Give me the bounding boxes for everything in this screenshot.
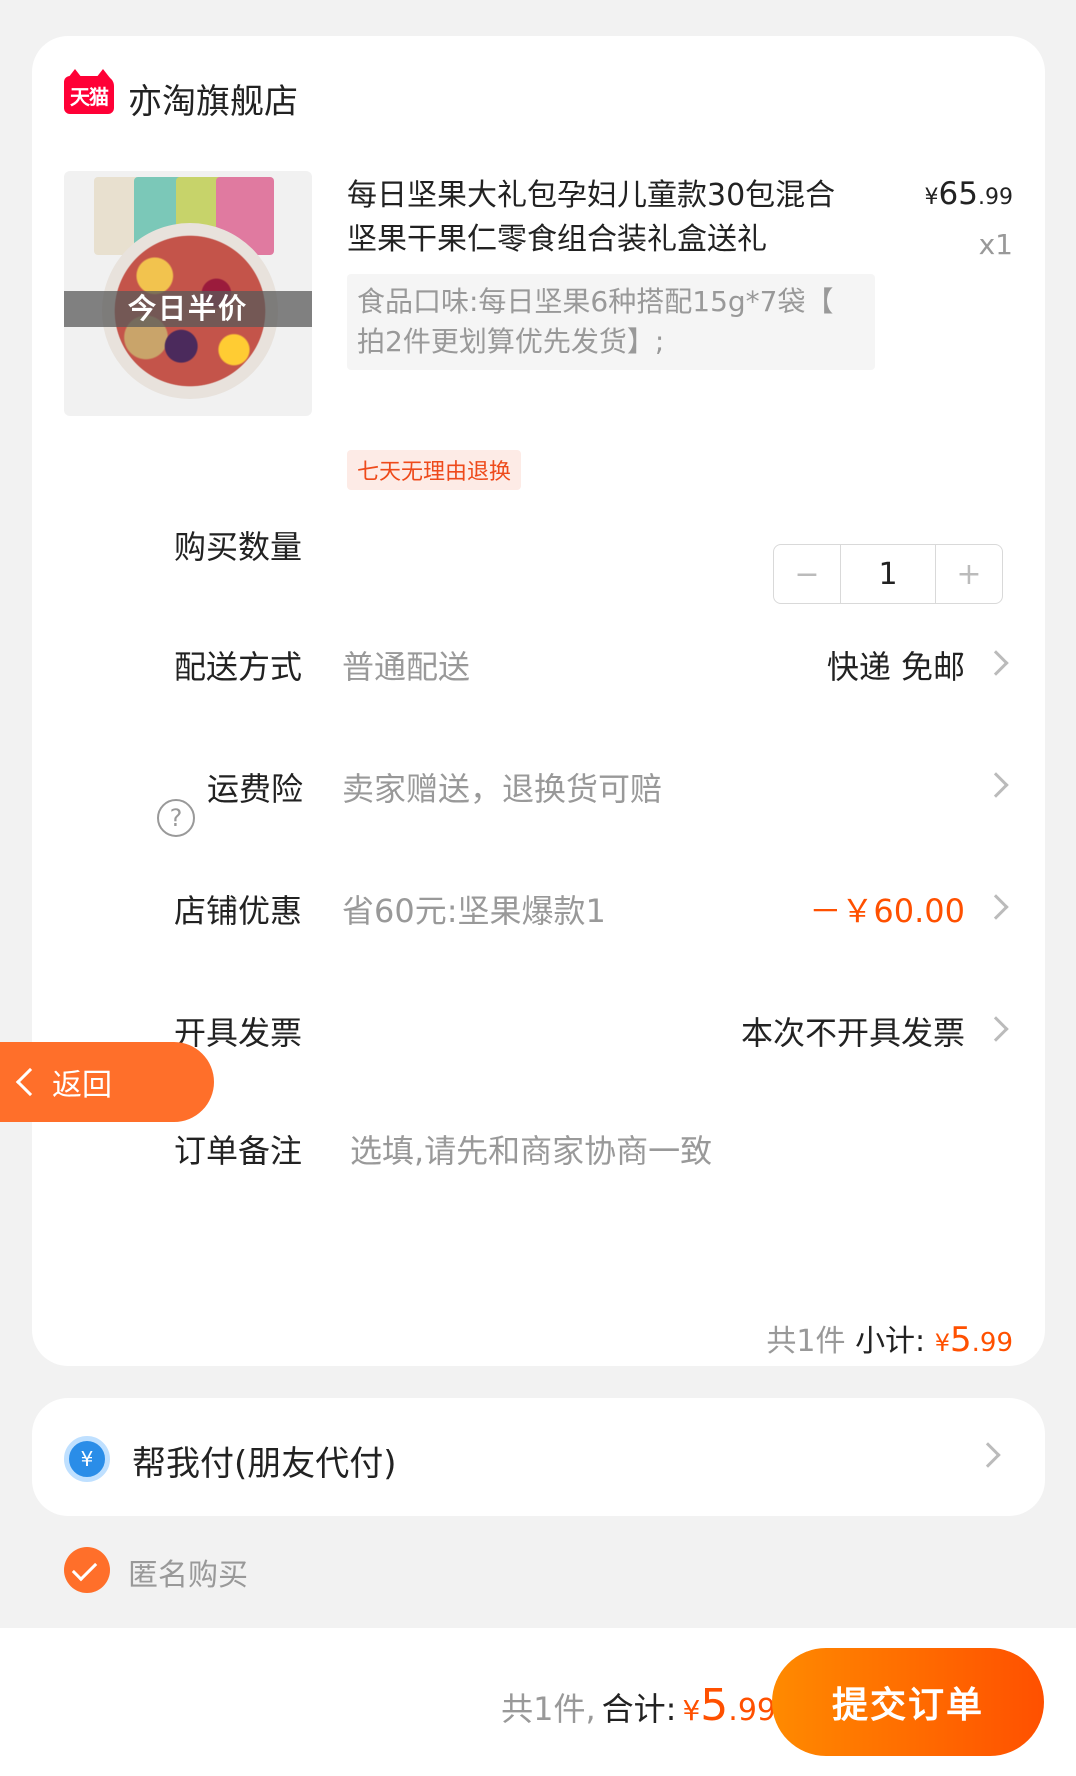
quantity-label: 购买数量 — [174, 528, 303, 566]
chevron-right-icon — [975, 1442, 1001, 1468]
invoice-value: 本次不开具发票 — [740, 1014, 965, 1052]
subtotal-count: 共1件 — [766, 1324, 846, 1359]
subtotal-integer: 5 — [950, 1320, 972, 1360]
delivery-value: 快递 免邮 — [826, 648, 965, 686]
total-label: 合计: — [601, 1690, 677, 1728]
insurance-description: 卖家赠送，退换货可赔 — [342, 770, 663, 808]
back-label: 返回 — [52, 1068, 112, 1103]
shop-name[interactable]: 亦淘旗舰店 — [128, 74, 298, 123]
yuan-coin-icon: ¥ — [64, 1436, 110, 1482]
delivery-method: 普通配送 — [342, 648, 471, 686]
order-total: 共1件, 合计: ¥ 5 .99 — [501, 1680, 776, 1731]
product-title[interactable]: 每日坚果大礼包孕妇儿童款30包混合坚果干果仁零食组合装礼盒送礼 — [347, 174, 857, 262]
discount-description: 省60元:坚果爆款1 — [342, 892, 606, 930]
return-policy-tag: 七天无理由退换 — [347, 450, 522, 490]
price-integer: 65 — [938, 176, 978, 212]
back-button[interactable]: 返回 — [0, 1042, 214, 1122]
question-mark-icon[interactable]: ? — [157, 799, 195, 837]
chevron-left-icon — [15, 1067, 45, 1097]
quantity-minus-button[interactable]: − — [774, 545, 840, 603]
anonymous-checkbox[interactable] — [64, 1547, 110, 1593]
price-symbol: ¥ — [924, 185, 939, 210]
quantity-value[interactable]: 1 — [840, 545, 936, 603]
subtotal-label: 小计: — [855, 1324, 926, 1359]
chevron-right-icon — [983, 650, 1009, 676]
chevron-right-icon — [983, 772, 1009, 798]
subtotal-decimal: .99 — [971, 1328, 1013, 1358]
order-card: 天猫 亦淘旗舰店 今日半价 每日坚果大礼包孕妇儿童款30包混合坚果干果仁零食组合… — [32, 36, 1045, 1366]
anonymous-label[interactable]: 匿名购买 — [128, 1550, 248, 1594]
note-label: 订单备注 — [174, 1132, 303, 1170]
price-decimal: .99 — [978, 185, 1013, 210]
product-image[interactable]: 今日半价 — [64, 171, 312, 416]
tmall-logo: 天猫 — [64, 69, 114, 114]
insurance-label: 运费险 — [207, 770, 304, 808]
friend-pay-row[interactable]: ¥ 帮我付(朋友代付) — [32, 1398, 1045, 1516]
order-note-input[interactable]: 选填,请先和商家协商一致 — [350, 1126, 712, 1172]
discount-amount: －￥60.00 — [809, 892, 965, 930]
chevron-right-icon — [983, 894, 1009, 920]
checkout-bar: 共1件, 合计: ¥ 5 .99 提交订单 — [0, 1628, 1076, 1776]
total-decimal: .99 — [728, 1693, 776, 1728]
subtotal: 共1件 小计: ¥5.99 — [766, 1316, 1013, 1360]
discount-label: 店铺优惠 — [174, 892, 303, 930]
product-quantity: x1 — [978, 228, 1013, 261]
total-integer: 5 — [700, 1680, 729, 1731]
product-price: ¥65.99 — [925, 176, 1013, 212]
total-symbol: ¥ — [682, 1694, 701, 1727]
product-banner: 今日半价 — [64, 291, 312, 327]
subtotal-symbol: ¥ — [934, 1329, 950, 1357]
quantity-plus-button[interactable]: + — [936, 545, 1002, 603]
product-sku[interactable]: 食品口味:每日坚果6种搭配15g*7袋【 拍2件更划算优先发货】; — [347, 274, 875, 370]
chevron-right-icon — [983, 1016, 1009, 1042]
quantity-stepper: − 1 + — [773, 544, 1003, 604]
submit-order-button[interactable]: 提交订单 — [772, 1648, 1044, 1756]
friend-pay-label: 帮我付(朋友代付) — [132, 1444, 397, 1484]
delivery-label: 配送方式 — [174, 648, 303, 686]
total-count: 共1件, — [501, 1690, 596, 1728]
